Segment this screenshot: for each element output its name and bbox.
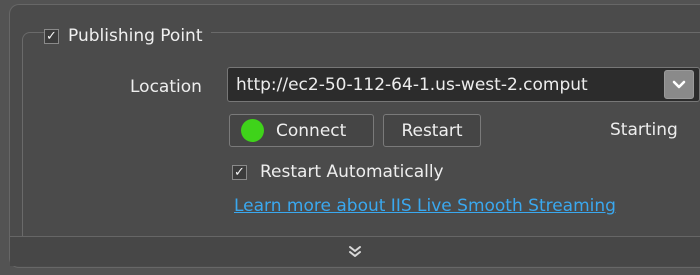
restart-automatically-checkbox[interactable]: ✓ [232, 164, 247, 180]
restart-button[interactable]: Restart [383, 114, 481, 147]
learn-more-link[interactable]: Learn more about IIS Live Smooth Streami… [234, 196, 616, 216]
location-label: Location [130, 77, 202, 97]
location-input[interactable]: http://ec2-50-112-64-1.us-west-2.comput [228, 75, 699, 95]
location-combobox[interactable]: http://ec2-50-112-64-1.us-west-2.comput [227, 67, 700, 102]
publishing-point-checkbox[interactable]: ✓ [44, 28, 59, 44]
connect-button[interactable]: Connect [229, 114, 374, 147]
connection-status-indicator [241, 119, 264, 142]
chevron-down-icon [672, 80, 686, 88]
expand-bar[interactable] [10, 236, 700, 266]
restart-automatically-label: Restart Automatically [260, 162, 444, 182]
restart-automatically-row: ✓ Restart Automatically [232, 162, 444, 182]
group-header: ✓ Publishing Point [44, 23, 211, 49]
location-dropdown-button[interactable] [664, 70, 694, 99]
group-title: Publishing Point [68, 26, 203, 46]
status-text: Starting [610, 120, 678, 140]
connect-button-label: Connect [276, 120, 347, 141]
restart-button-label: Restart [401, 120, 463, 141]
double-chevron-down-icon [349, 245, 361, 257]
